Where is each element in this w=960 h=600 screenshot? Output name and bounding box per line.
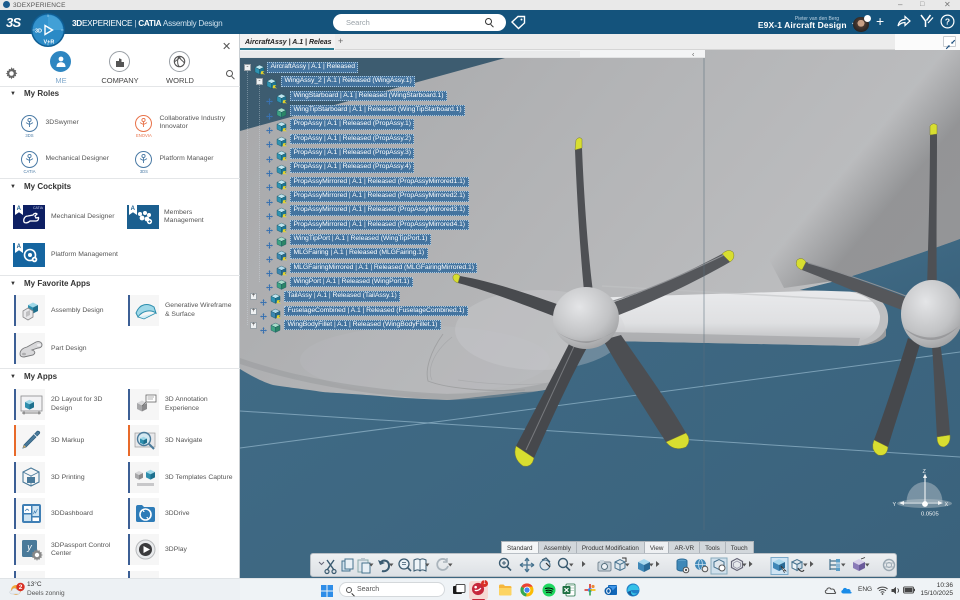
svg-text:0.0505: 0.0505: [921, 512, 939, 518]
svg-text:2: 2: [19, 584, 23, 591]
svg-text:V+R: V+R: [44, 40, 55, 46]
svg-text:?: ?: [945, 16, 950, 26]
svg-text:X: X: [945, 502, 949, 508]
svg-text:Y: Y: [893, 502, 897, 508]
svg-text:3D: 3D: [35, 29, 42, 35]
svg-text:y: y: [26, 542, 32, 552]
